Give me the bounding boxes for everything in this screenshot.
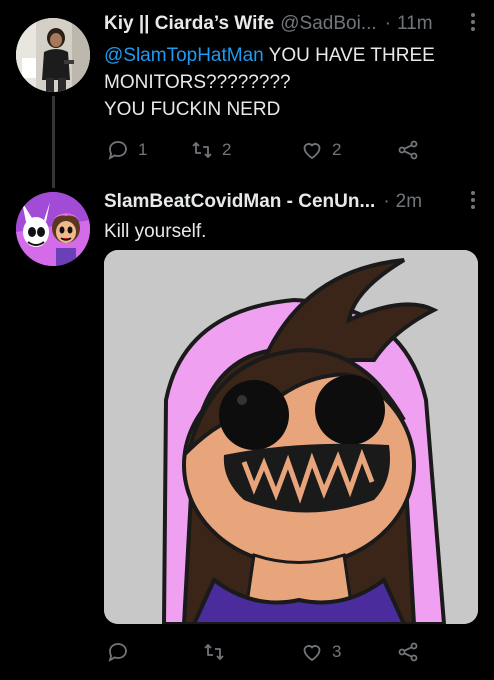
user-handle[interactable]: @SadBoi... bbox=[280, 13, 376, 35]
like-button[interactable]: 2 bbox=[300, 138, 341, 162]
reply-icon bbox=[108, 643, 127, 662]
separator-dot: · bbox=[384, 13, 391, 34]
like-icon bbox=[303, 645, 321, 662]
tweet-1[interactable]: Kiy || Ciarda’s Wife @SadBoi... · 11m @S… bbox=[0, 0, 494, 188]
share-icon bbox=[398, 642, 418, 662]
reply-button[interactable]: 1 bbox=[106, 138, 147, 162]
retweet-button[interactable] bbox=[202, 640, 234, 664]
tweet-text: @SlamTopHatMan YOU HAVE THREE MONITORS??… bbox=[104, 42, 476, 123]
tweet-2[interactable]: SlamBeatCovidMan - CenUn... · 2m Kill yo… bbox=[0, 180, 494, 680]
like-count: 2 bbox=[332, 140, 342, 159]
timestamp[interactable]: 2m bbox=[396, 191, 422, 213]
reply-icon bbox=[108, 141, 127, 160]
reply-button[interactable] bbox=[106, 640, 138, 664]
like-button[interactable]: 3 bbox=[300, 640, 341, 664]
retweet-icon bbox=[204, 644, 224, 660]
tweet-text-line: Kill yourself. bbox=[104, 221, 207, 242]
action-bar: 3 bbox=[104, 640, 434, 664]
share-button[interactable] bbox=[396, 640, 420, 664]
share-button[interactable] bbox=[396, 138, 420, 162]
separator-dot: · bbox=[383, 191, 390, 212]
tweet-header: Kiy || Ciarda’s Wife @SadBoi... · 11m bbox=[104, 12, 476, 36]
display-name[interactable]: SlamBeatCovidMan - CenUn... bbox=[104, 191, 375, 213]
thread-connector-line bbox=[52, 96, 55, 188]
retweet-button[interactable]: 2 bbox=[190, 138, 231, 162]
avatar[interactable] bbox=[16, 18, 90, 92]
user-photo-avatar-icon bbox=[16, 18, 90, 92]
more-options-icon[interactable] bbox=[470, 12, 476, 38]
tweet-text: Kill yourself. bbox=[104, 218, 476, 245]
more-options-icon[interactable] bbox=[470, 190, 476, 216]
avatar[interactable] bbox=[16, 192, 90, 266]
reply-count: 1 bbox=[138, 140, 148, 159]
display-name[interactable]: Kiy || Ciarda’s Wife bbox=[104, 13, 274, 35]
retweet-count: 2 bbox=[222, 140, 232, 159]
tweet-media-image[interactable] bbox=[104, 250, 478, 624]
creepy-cartoon-girl-image-icon bbox=[104, 250, 478, 624]
tweet-header: SlamBeatCovidMan - CenUn... · 2m bbox=[104, 190, 476, 214]
like-icon bbox=[303, 143, 321, 160]
mention-link[interactable]: @SlamTopHatMan bbox=[104, 45, 264, 66]
retweet-icon bbox=[192, 142, 212, 158]
share-icon bbox=[398, 140, 418, 160]
action-bar: 1 2 2 bbox=[104, 138, 434, 162]
like-count: 3 bbox=[332, 642, 342, 661]
cartoon-avatar-icon bbox=[16, 192, 90, 266]
tweet-text-line: YOU FUCKIN NERD bbox=[104, 99, 281, 120]
timestamp[interactable]: 11m bbox=[397, 13, 433, 35]
